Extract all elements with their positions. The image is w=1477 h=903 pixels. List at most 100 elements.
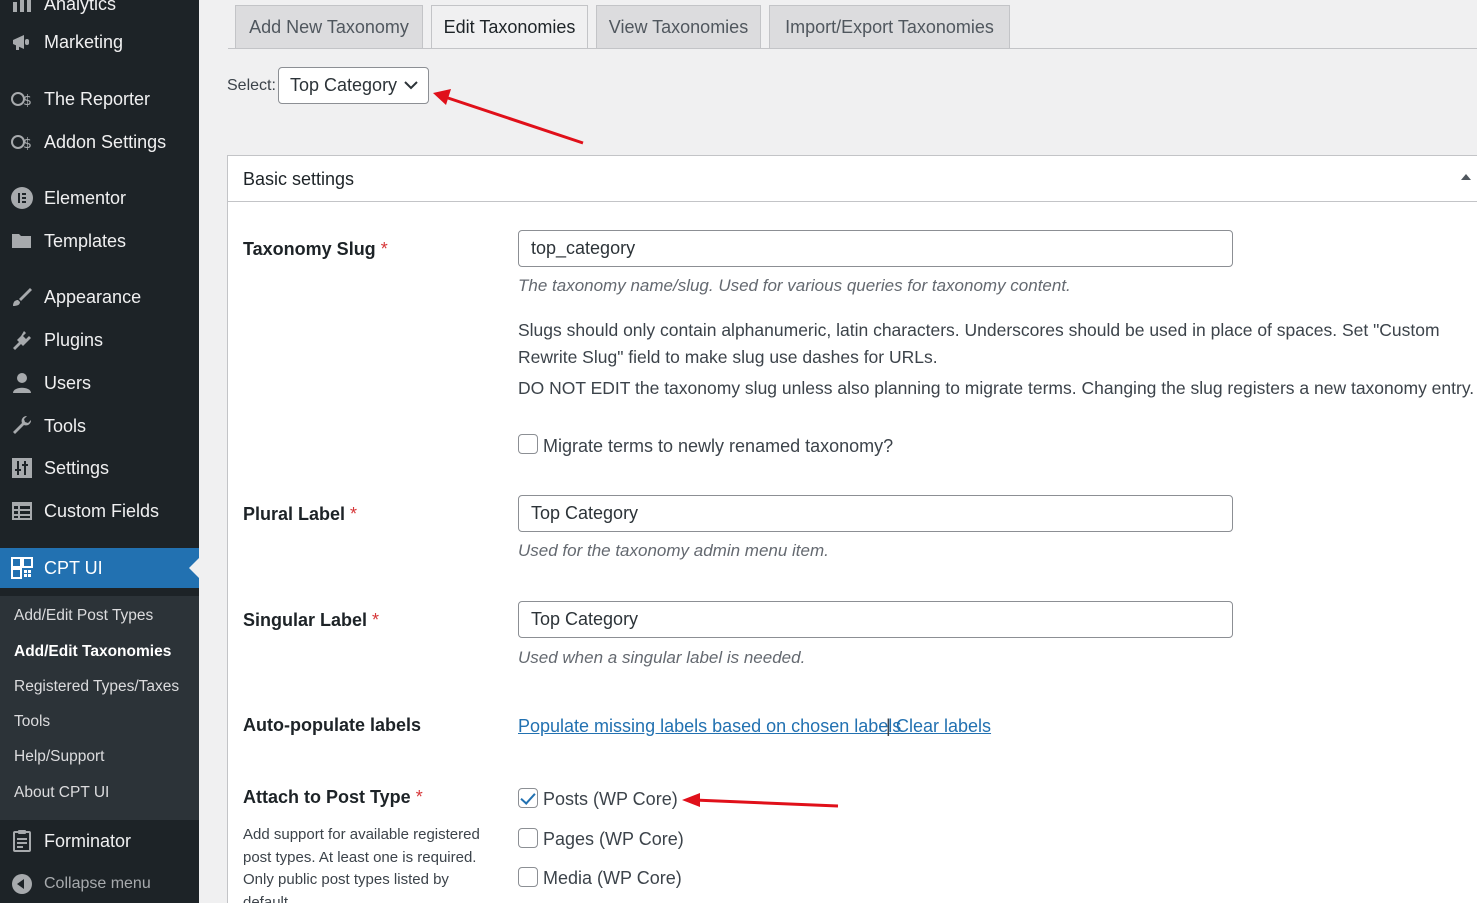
- active-indicator: [189, 558, 199, 578]
- attach-post-type-desc: Add support for available registered pos…: [243, 826, 480, 903]
- dollar-icon: $: [0, 87, 44, 111]
- sidebar-item-label: Marketing: [44, 31, 124, 52]
- sidebar-item-settings[interactable]: Settings: [0, 448, 199, 488]
- singular-label-label: Singular Label *: [243, 610, 379, 631]
- select-label: Select:: [227, 77, 276, 94]
- posts-checkbox[interactable]: [518, 788, 538, 808]
- brush-icon: [0, 285, 44, 309]
- plural-label-input[interactable]: Top Category: [518, 495, 1233, 532]
- sidebar-item-label: Custom Fields: [44, 500, 160, 521]
- taxonomy-slug-input[interactable]: top_category: [518, 230, 1233, 267]
- dollar-icon: $: [0, 130, 44, 154]
- chevron-down-icon: [404, 81, 418, 90]
- collapse-label: Collapse menu: [44, 875, 151, 892]
- tab-edit-taxonomies[interactable]: Edit Taxonomies: [431, 5, 588, 49]
- media-checkbox[interactable]: [518, 867, 538, 887]
- required-mark: *: [415, 787, 423, 807]
- tab-import-export[interactable]: Import/Export Taxonomies: [769, 5, 1010, 48]
- sidebar-item-label: The Reporter: [44, 88, 151, 109]
- sidebar-item-label: Analytics: [44, 0, 117, 14]
- sidebar-item-label: Forminator: [44, 830, 132, 851]
- wrench-icon: [0, 414, 44, 438]
- submenu-item-tools[interactable]: Tools: [14, 713, 50, 731]
- sidebar-item-templates[interactable]: Templates: [0, 221, 199, 261]
- elementor-icon: [0, 186, 44, 210]
- submenu-item-post-types[interactable]: Add/Edit Post Types: [14, 607, 153, 625]
- grid-icon: [0, 556, 44, 580]
- taxonomy-slug-label: Taxonomy Slug *: [243, 239, 388, 260]
- sidebar-item-tools[interactable]: Tools: [0, 406, 199, 446]
- sidebar-item-label: Templates: [44, 230, 127, 251]
- sidebar-item-appearance[interactable]: Appearance: [0, 277, 199, 317]
- required-mark: *: [380, 239, 388, 259]
- sidebar-item-users[interactable]: Users: [0, 363, 199, 403]
- field-label-text: Attach to Post Type: [243, 787, 411, 807]
- sidebar-item-label: Elementor: [44, 187, 127, 208]
- panel-header[interactable]: Basic settings: [228, 156, 1477, 202]
- annotation-arrow: [682, 793, 839, 808]
- singular-label-desc: Used when a singular label is needed.: [518, 648, 806, 667]
- pages-checkbox[interactable]: [518, 828, 538, 848]
- sidebar-item-the-reporter[interactable]: $ The Reporter: [0, 79, 199, 119]
- user-icon: [0, 371, 44, 395]
- media-label: Media (WP Core): [543, 868, 682, 888]
- clear-labels-link[interactable]: Clear labels: [896, 716, 991, 737]
- submenu-item-taxonomies[interactable]: Add/Edit Taxonomies: [14, 643, 171, 661]
- collapse-icon: [12, 874, 32, 894]
- chart-icon: [0, 0, 44, 16]
- plural-label-label: Plural Label *: [243, 504, 357, 525]
- submenu-item-registered[interactable]: Registered Types/Taxes: [14, 678, 179, 696]
- submenu-item-about[interactable]: About CPT UI: [14, 784, 109, 802]
- field-label-text: Plural Label: [243, 504, 346, 524]
- sidebar-item-label: Tools: [44, 415, 87, 436]
- clipboard-icon: [0, 829, 44, 853]
- tabs-divider: [228, 48, 1477, 49]
- migrate-checkbox[interactable]: [518, 434, 538, 454]
- sidebar-item-label: Appearance: [44, 286, 142, 307]
- taxonomy-slug-desc: The taxonomy name/slug. Used for various…: [518, 276, 1071, 295]
- plural-label-desc: Used for the taxonomy admin menu item.: [518, 541, 829, 560]
- sidebar-item-forminator[interactable]: Forminator: [0, 821, 199, 861]
- folder-icon: [0, 229, 44, 253]
- field-label-text: Taxonomy Slug: [243, 239, 376, 259]
- taxonomy-select-value: Top Category: [290, 75, 398, 95]
- sidebar-item-analytics[interactable]: Analytics: [0, 0, 199, 24]
- sidebar-item-label: Addon Settings: [44, 131, 167, 152]
- singular-label-input[interactable]: Top Category: [518, 601, 1233, 638]
- sidebar-item-label: CPT UI: [44, 557, 103, 578]
- sidebar-item-label: Users: [44, 372, 92, 393]
- taxonomy-select[interactable]: Top Category: [278, 67, 429, 104]
- svg-text:$: $: [23, 136, 32, 152]
- sidebar-item-cpt-ui[interactable]: CPT UI: [0, 548, 199, 588]
- sidebar-item-label: Settings: [44, 457, 110, 478]
- link-separator: |: [886, 716, 891, 736]
- megaphone-icon: [0, 30, 44, 54]
- field-label-text: Singular Label: [243, 610, 368, 630]
- attach-post-type-label: Attach to Post Type *: [243, 787, 423, 808]
- sidebar-item-label: Plugins: [44, 329, 104, 350]
- annotation-arrow: [433, 89, 584, 145]
- sidebar-item-addon-settings[interactable]: $ Addon Settings: [0, 122, 199, 162]
- sidebar-item-custom-fields[interactable]: Custom Fields: [0, 491, 199, 531]
- slug-note: Slugs should only contain alphanumeric, …: [518, 320, 1440, 367]
- panel-title: Basic settings: [243, 169, 355, 189]
- required-mark: *: [372, 610, 380, 630]
- auto-populate-label: Auto-populate labels: [243, 715, 422, 735]
- sidebar-item-marketing[interactable]: Marketing: [0, 22, 199, 62]
- tab-view-taxonomies[interactable]: View Taxonomies: [596, 5, 761, 48]
- required-mark: *: [350, 504, 358, 524]
- pages-label: Pages (WP Core): [543, 829, 684, 849]
- sidebar-item-plugins[interactable]: Plugins: [0, 320, 199, 360]
- tab-add-new-taxonomy[interactable]: Add New Taxonomy: [235, 5, 423, 48]
- plugin-icon: [0, 328, 44, 352]
- admin-sidebar: Analytics Marketing $ The Reporter $ Add…: [0, 0, 199, 903]
- sliders-icon: [0, 456, 44, 480]
- submenu-item-help[interactable]: Help/Support: [14, 748, 104, 766]
- collapse-menu-button[interactable]: Collapse menu: [0, 868, 199, 900]
- collapse-toggle-icon[interactable]: [1461, 174, 1471, 180]
- migrate-label: Migrate terms to newly renamed taxonomy?: [543, 436, 894, 456]
- sidebar-item-elementor[interactable]: Elementor: [0, 178, 199, 218]
- populate-labels-link[interactable]: Populate missing labels based on chosen …: [518, 716, 901, 737]
- slug-warning: DO NOT EDIT the taxonomy slug unless als…: [518, 378, 1475, 398]
- posts-label: Posts (WP Core): [543, 789, 678, 809]
